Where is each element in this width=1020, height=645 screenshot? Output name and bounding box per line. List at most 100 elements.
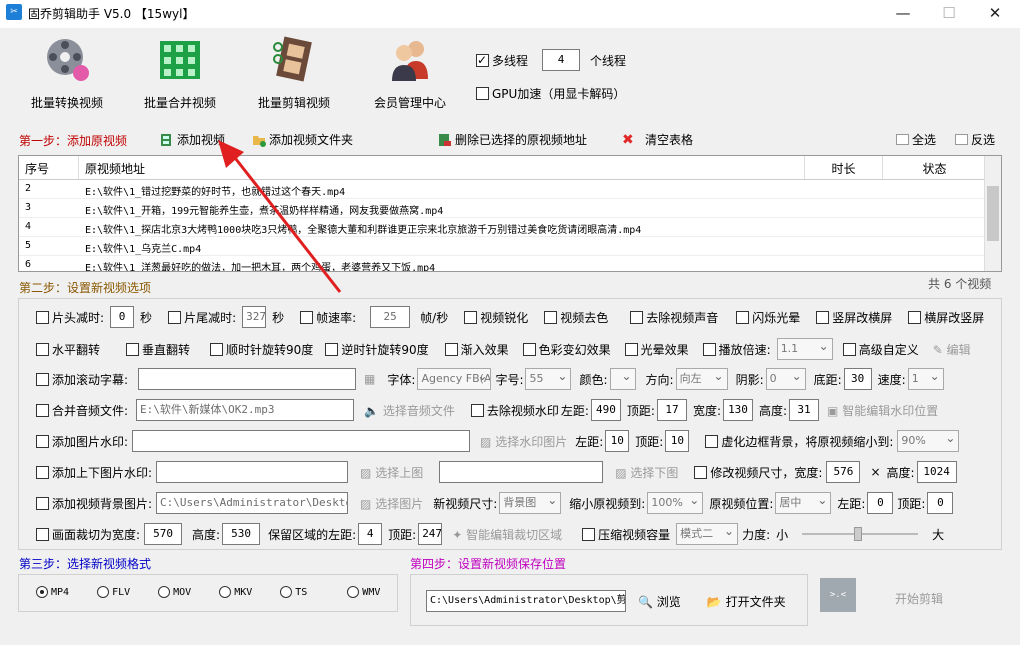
- multithread-checkbox[interactable]: [476, 52, 489, 68]
- slider-thumb[interactable]: [854, 527, 863, 541]
- table-row[interactable]: 6 E:\软件\1_洋葱最好吃的做法，加一把木耳，两个鸡蛋，老婆营养又下饭.mp…: [19, 256, 1001, 271]
- choose-top-button[interactable]: ▨ 选择上图: [360, 464, 423, 481]
- palette-icon[interactable]: ▦: [364, 372, 375, 386]
- resize-width-input[interactable]: 576: [826, 461, 861, 483]
- frame-rate-checkbox[interactable]: [300, 310, 314, 324]
- maximize-button[interactable]: ☐: [926, 0, 972, 28]
- resize-height-input[interactable]: 1024: [916, 461, 957, 483]
- img-top-input[interactable]: 10: [665, 430, 690, 452]
- resize-checkbox[interactable]: [694, 465, 708, 479]
- member-center-button[interactable]: 会员管理中心: [360, 34, 460, 116]
- close-button[interactable]: ✕: [972, 0, 1018, 28]
- merge-audio-checkbox[interactable]: [36, 403, 49, 417]
- compress-checkbox[interactable]: [582, 527, 596, 541]
- blur-bg-checkbox[interactable]: [705, 434, 719, 448]
- head-cut-input[interactable]: 0: [110, 306, 135, 328]
- tail-cut-input[interactable]: 327: [242, 306, 267, 328]
- rotate-ccw-checkbox[interactable]: [325, 342, 339, 356]
- top-img-input[interactable]: [156, 461, 349, 483]
- tail-cut-checkbox[interactable]: [168, 310, 182, 324]
- table-row[interactable]: 3 E:\软件\1_开箱，199元智能养生壶，煮茶温奶样样精通，网友我要做燕窝.…: [19, 199, 1001, 218]
- start-edit-button[interactable]: 开始剪辑: [895, 590, 943, 607]
- format-wmv-radio[interactable]: [347, 586, 360, 598]
- invert-selection-button[interactable]: 反选: [955, 131, 995, 148]
- remove-wm-checkbox[interactable]: [470, 403, 484, 417]
- hflip-checkbox[interactable]: [36, 342, 49, 356]
- sharpen-checkbox[interactable]: [464, 310, 478, 324]
- wm-height-input[interactable]: 31: [789, 399, 820, 421]
- strength-slider[interactable]: [802, 527, 919, 541]
- minimize-button[interactable]: —: [880, 0, 926, 28]
- table-row[interactable]: 2 E:\软件\1_错过挖野菜的好时节，也就错过这个春天.mp4: [19, 180, 1001, 199]
- advanced-checkbox[interactable]: [842, 342, 856, 356]
- bg-img-checkbox[interactable]: [36, 496, 49, 510]
- batch-merge-button[interactable]: 批量合并视频: [130, 34, 230, 116]
- color-shift-checkbox[interactable]: [522, 342, 536, 356]
- img-wm-input[interactable]: [132, 430, 471, 452]
- wm-width-input[interactable]: 130: [723, 399, 753, 421]
- crop-checkbox[interactable]: [36, 527, 49, 541]
- scroll-sub-input[interactable]: [138, 368, 357, 390]
- bg-top-input[interactable]: 0: [927, 492, 954, 514]
- halo-checkbox[interactable]: [624, 342, 638, 356]
- gpu-checkbox[interactable]: [476, 87, 489, 100]
- tb-img-wm-checkbox[interactable]: [36, 465, 49, 479]
- format-flv-radio[interactable]: [97, 586, 110, 598]
- format-mkv-radio[interactable]: [219, 586, 232, 598]
- fade-in-checkbox[interactable]: [444, 342, 458, 356]
- img-wm-checkbox[interactable]: [36, 434, 49, 448]
- smart-wm-button[interactable]: ▣ 智能编辑水印位置: [827, 402, 938, 419]
- table-scrollbar[interactable]: [984, 156, 1001, 271]
- frame-rate-input[interactable]: 25: [370, 306, 411, 328]
- table-row[interactable]: 4 E:\软件\1_探店北京3大烤鸭1000块吃3只烤鸭，全聚德大董和利群谁更正…: [19, 218, 1001, 237]
- shrink-select[interactable]: 100%: [647, 492, 704, 514]
- v2h-checkbox[interactable]: [816, 310, 830, 324]
- scrollbar-thumb[interactable]: [987, 186, 999, 241]
- wm-left-input[interactable]: 490: [590, 399, 621, 421]
- mute-checkbox[interactable]: [630, 310, 644, 324]
- font-size-select[interactable]: 55: [525, 368, 572, 390]
- bg-left-input[interactable]: 0: [867, 492, 894, 514]
- vflip-checkbox[interactable]: [126, 342, 140, 356]
- shadow-select[interactable]: 0: [765, 368, 806, 390]
- batch-convert-button[interactable]: 批量转换视频: [17, 34, 117, 116]
- head-cut-checkbox[interactable]: [36, 310, 49, 324]
- crop-top-input[interactable]: 247: [418, 523, 443, 545]
- position-select[interactable]: 居中: [775, 492, 832, 514]
- format-mp4-radio[interactable]: [36, 586, 48, 598]
- open-folder-button[interactable]: 📂 打开文件夹: [707, 593, 786, 610]
- color-select[interactable]: [609, 368, 636, 390]
- bottom-input[interactable]: 30: [843, 368, 872, 390]
- font-select[interactable]: Agency FB(AG: [417, 368, 492, 390]
- img-left-input[interactable]: 10: [605, 430, 630, 452]
- scroll-sub-checkbox[interactable]: [36, 372, 49, 386]
- select-all-button[interactable]: 全选: [896, 131, 936, 148]
- speed2-select[interactable]: 1: [907, 368, 944, 390]
- choose-audio-button[interactable]: 🔈 选择音频文件: [364, 402, 455, 419]
- crop-width-input[interactable]: 570: [144, 523, 183, 545]
- table-row[interactable]: 5 E:\软件\1_乌克兰C.mp4: [19, 237, 1001, 256]
- format-mov-radio[interactable]: [158, 586, 171, 598]
- choose-img-button[interactable]: ▨ 选择图片: [360, 495, 423, 512]
- speed-checkbox[interactable]: [702, 342, 716, 356]
- decolor-checkbox[interactable]: [544, 310, 558, 324]
- crop-height-input[interactable]: 530: [222, 523, 261, 545]
- h2v-checkbox[interactable]: [908, 310, 922, 324]
- browse-button[interactable]: 🔍 浏览: [638, 593, 681, 610]
- flash-checkbox[interactable]: [736, 310, 750, 324]
- save-path-input[interactable]: C:\Users\Administrator\Desktop\剪: [426, 590, 626, 612]
- bg-path-input[interactable]: C:\Users\Administrator\Desktop\背: [156, 492, 349, 514]
- delete-selected-button[interactable]: 删除已选择的原视频地址: [438, 131, 587, 148]
- crop-left-input[interactable]: 4: [358, 523, 383, 545]
- edit-button[interactable]: ✎ 编辑: [933, 341, 971, 358]
- new-size-select[interactable]: 背景图: [499, 492, 562, 514]
- wm-top-input[interactable]: 17: [656, 399, 687, 421]
- video-table[interactable]: 序号 原视频地址 时长 状态 2 E:\软件\1_错过挖野菜的好时节，也就错过这…: [18, 155, 1002, 272]
- thread-count-input[interactable]: 4: [542, 49, 581, 71]
- smart-crop-button[interactable]: ✦ 智能编辑裁切区域: [452, 526, 562, 543]
- speed-select[interactable]: 1.1: [776, 338, 833, 360]
- direction-select[interactable]: 向左: [675, 368, 728, 390]
- format-ts-radio[interactable]: [280, 586, 293, 598]
- clear-table-button[interactable]: ✖ 清空表格: [622, 131, 693, 148]
- choose-bottom-button[interactable]: ▨ 选择下图: [615, 464, 678, 481]
